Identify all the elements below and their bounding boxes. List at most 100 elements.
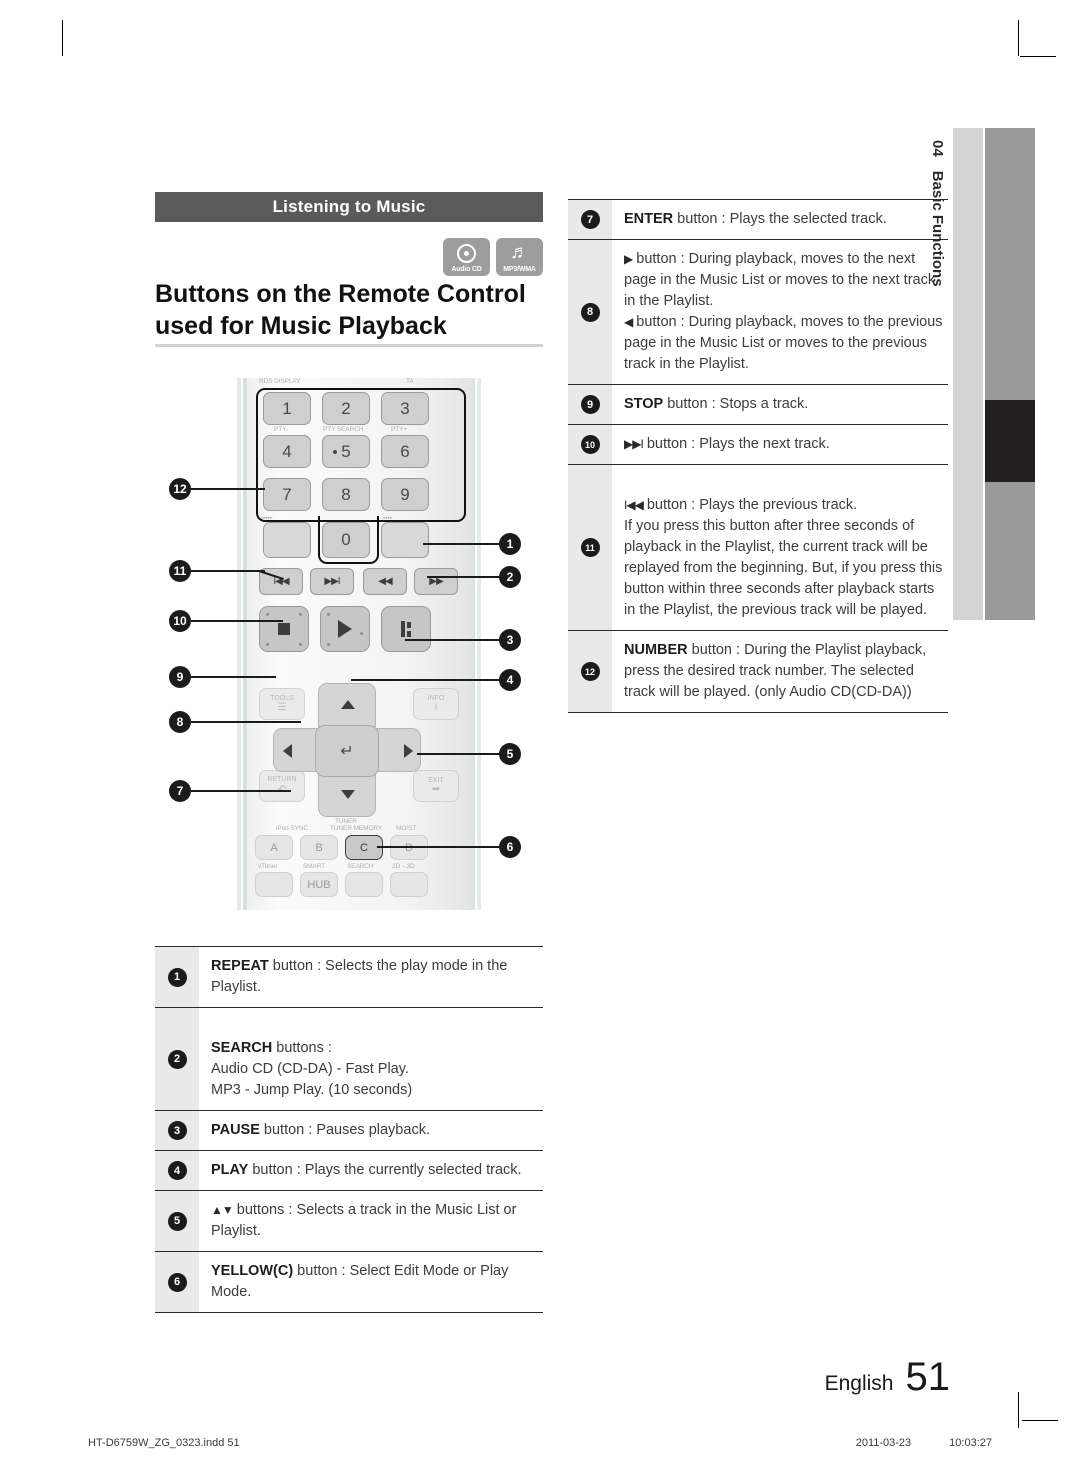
row-text: button : Plays the currently selected tr… (248, 1162, 522, 1178)
row-text: button : Plays the next track. (642, 436, 830, 452)
remote-key-0[interactable]: 0 (322, 522, 370, 558)
remote-nav-left[interactable] (273, 728, 321, 772)
title-divider (155, 344, 543, 347)
remote-key-color-a[interactable]: A (255, 835, 293, 860)
section-title-label: Listening to Music (272, 197, 426, 216)
remote-key-1[interactable]: 1 (263, 392, 311, 425)
row-text-part-2: ◀ button : During playback, moves to the… (624, 312, 944, 375)
chapter-tab-marker (985, 400, 1035, 482)
remote-key-color-b[interactable]: B (300, 835, 338, 860)
stop-key-corner-dot (266, 643, 269, 646)
media-compatibility-badges: Audio CD ♬ MP3/WMA (443, 238, 543, 276)
remote-nav-right[interactable] (373, 728, 421, 772)
pause-icon (401, 621, 411, 637)
mp3-wma-badge: ♬ MP3/WMA (496, 238, 543, 276)
crop-mark (1018, 20, 1019, 56)
row-number-cell: 3 (155, 1111, 199, 1150)
chapter-tab-text: 04 Basic Functions (923, 128, 953, 620)
row-number-badge: 2 (167, 1049, 187, 1069)
row-text: button : Plays the previous track. If yo… (624, 497, 943, 618)
remote-key-pause[interactable] (381, 606, 431, 652)
row-number-cell: 8 (568, 240, 612, 384)
row-description: REPEAT button : Selects the play mode in… (199, 947, 543, 1007)
manual-page: Listening to Music Audio CD ♬ MP3/WMA Bu… (0, 0, 1080, 1479)
remote-key-search-backward[interactable]: ◀◀ (363, 568, 407, 595)
crop-mark (1020, 56, 1056, 57)
callout-2-leader (427, 576, 501, 578)
folio-language: English (824, 1372, 894, 1395)
row-number-badge: 5 (167, 1211, 187, 1231)
table-row: 9 STOP button : Stops a track. (568, 385, 948, 425)
callout-4-leader (351, 679, 501, 681)
remote-key-6[interactable]: 6 (381, 435, 429, 468)
remote-key-smart-hub[interactable]: HUB (300, 872, 338, 897)
micro-label-ta: TA (406, 378, 414, 385)
crop-mark (62, 20, 63, 56)
remote-key-repeat[interactable] (381, 522, 429, 558)
remote-key-3[interactable]: 3 (381, 392, 429, 425)
audio-cd-icon (457, 241, 476, 265)
callout-6: 6 (499, 836, 521, 858)
remote-nav-up[interactable] (318, 683, 376, 727)
row-number-cell: 10 (568, 425, 612, 464)
imprint-timestamp: 2011-03-23 10:03:27 (856, 1437, 992, 1449)
remote-control-illustration: RDS DISPLAY TA 1 2 3 PTY- PTY SEARCH PTY… (155, 370, 545, 915)
remote-key-vtuner[interactable] (255, 872, 293, 897)
rewind-icon: ◀◀ (378, 576, 392, 587)
play-icon (338, 620, 352, 638)
remote-key-4[interactable]: 4 (263, 435, 311, 468)
row-number-badge: 1 (167, 967, 187, 987)
next-track-icon: ▶▶I (324, 576, 340, 587)
chapter-label: Basic Functions (929, 170, 947, 287)
remote-nav-down[interactable] (318, 773, 376, 817)
remote-key-search-forward[interactable]: ▶▶ (414, 568, 458, 595)
mp3-wma-caption: MP3/WMA (503, 266, 536, 273)
remote-key-tools[interactable]: TOOLS ☰ (259, 688, 305, 720)
remote-key-2d-3d[interactable] (390, 872, 428, 897)
remote-key-repeat-left[interactable] (263, 522, 311, 558)
row-text: button : Plays the selected track. (673, 211, 887, 227)
callout-8: 8 (169, 711, 191, 733)
remote-key-8[interactable]: 8 (322, 478, 370, 511)
left-arrow-icon: ◀ (624, 315, 633, 329)
row-description: PAUSE button : Pauses playback. (199, 1111, 543, 1150)
callout-5: 5 (499, 743, 521, 765)
remote-key-2[interactable]: 2 (322, 392, 370, 425)
stop-icon (278, 623, 290, 635)
remote-edge-left (237, 378, 241, 910)
micro-label-vtuner: vTuner (258, 863, 278, 870)
row-number-badge: 6 (167, 1272, 187, 1292)
stop-key-corner-dot (299, 613, 302, 616)
callout-12-leader (191, 488, 265, 490)
row-number-cell: 11 (568, 465, 612, 630)
micro-label-ipod-sync: iPod SYNC (276, 825, 308, 832)
tools-label: TOOLS (270, 695, 294, 702)
row-text-2: button : During playback, moves to the p… (624, 314, 943, 372)
callout-1-leader (423, 543, 501, 545)
print-imprint: HT-D6759W_ZG_0323.indd 51 2011-03-23 10:… (88, 1437, 992, 1449)
remote-key-exit[interactable]: EXIT ➡ (413, 770, 459, 802)
remote-button-table-right: 7 ENTER button : Plays the selected trac… (568, 199, 948, 713)
row-text: button : During playback, moves to the n… (624, 251, 936, 309)
chapter-tab-gray-bar (985, 128, 1035, 620)
callout-6-leader (377, 846, 501, 848)
remote-key-search[interactable] (345, 872, 383, 897)
remote-key-return[interactable]: RETURN ↶ (259, 770, 305, 802)
section-title-bar: Listening to Music (155, 192, 543, 222)
table-row: 8 ▶ button : During playback, moves to t… (568, 240, 948, 385)
page-title: Buttons on the Remote Control used for M… (155, 280, 526, 340)
micro-label-tuner: TUNER (335, 818, 357, 825)
remote-key-9[interactable]: 9 (381, 478, 429, 511)
remote-key-enter[interactable]: ↵ (315, 725, 379, 777)
row-number-cell: 7 (568, 200, 612, 239)
callout-12: 12 (169, 478, 191, 500)
row-number-cell: 6 (155, 1252, 199, 1312)
callout-2: 2 (499, 566, 521, 588)
remote-key-7[interactable]: 7 (263, 478, 311, 511)
remote-key-next-track[interactable]: ▶▶I (310, 568, 354, 595)
row-number-cell: 2 (155, 1008, 199, 1110)
remote-key-5[interactable]: 5 (322, 435, 370, 468)
row-text-part-1: ▶ button : During playback, moves to the… (624, 249, 944, 312)
remote-key-info[interactable]: INFO i (413, 688, 459, 720)
nav-down-icon (341, 790, 355, 799)
